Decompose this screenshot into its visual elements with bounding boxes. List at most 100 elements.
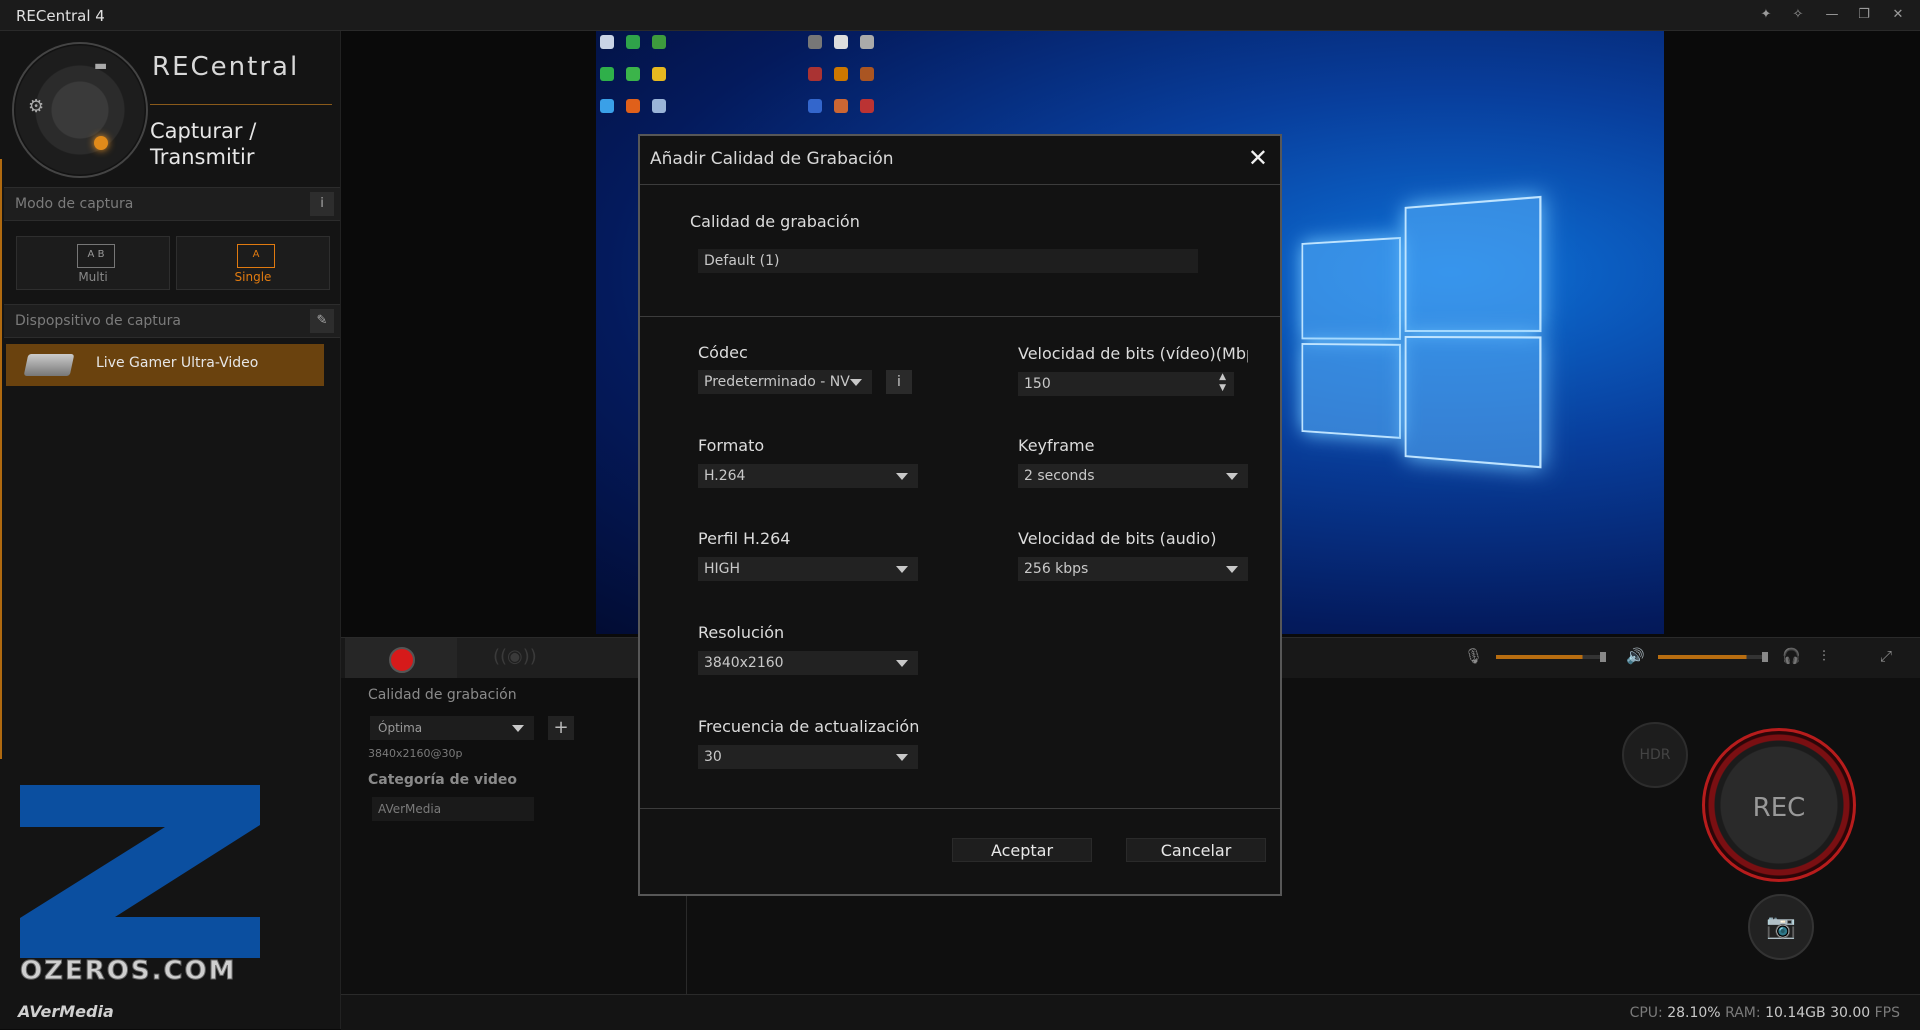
brand-divider xyxy=(150,104,332,105)
codec-label: Códec xyxy=(698,343,748,362)
title-bar xyxy=(0,0,1920,31)
chevron-down-icon xyxy=(896,754,908,761)
mode-single-label: Single xyxy=(177,270,329,284)
video-bitrate-input[interactable]: 150 ▲ ▼ xyxy=(1018,372,1234,396)
profile-select[interactable]: HIGH xyxy=(698,557,918,581)
volume-icon[interactable]: 🔊 xyxy=(1626,647,1645,665)
mode-multi-button[interactable]: A B Multi xyxy=(16,236,170,290)
device-list-item[interactable]: Live Gamer Ultra-Video xyxy=(6,344,324,386)
system-stats: CPU: 28.10% RAM: 10.14GB 30.00 FPS xyxy=(1630,1005,1900,1021)
mic-slider[interactable] xyxy=(1496,655,1604,659)
close-icon[interactable]: ✕ xyxy=(1248,144,1268,172)
desktop-icon xyxy=(808,35,822,49)
chevron-down-icon xyxy=(512,725,524,732)
single-icon: A xyxy=(237,244,275,268)
quality-name-label: Calidad de grabación xyxy=(690,212,860,231)
desktop-icon xyxy=(652,67,666,81)
accept-button[interactable]: Aceptar xyxy=(952,838,1092,862)
dialog-divider xyxy=(640,808,1280,809)
desktop-icon xyxy=(860,35,874,49)
mode-title: Capturar / Transmitir xyxy=(150,118,330,170)
quality-name-input[interactable]: Default (1) xyxy=(698,249,1198,273)
ram-label: RAM: xyxy=(1725,1005,1761,1021)
brand-logo: RECentral xyxy=(152,52,299,82)
category-label: Categoría de video xyxy=(368,772,517,788)
mixer-icon[interactable]: ⫶ xyxy=(1822,647,1826,665)
codec-info-button[interactable]: i xyxy=(886,370,912,394)
capture-device-label: Dispopsitivo de captura xyxy=(15,313,181,329)
desktop-icon xyxy=(808,67,822,81)
quality-select[interactable]: Óptima xyxy=(370,716,534,740)
app-title: RECentral 4 xyxy=(16,7,105,25)
tab-record[interactable] xyxy=(345,638,458,678)
device-name: Live Gamer Ultra-Video xyxy=(96,355,258,371)
mic-icon[interactable]: 🎙 xyxy=(1464,647,1483,665)
mode-dial[interactable]: ⚙ ▬ xyxy=(12,42,148,178)
chevron-down-icon xyxy=(1226,566,1238,573)
ram-value: 10.14GB xyxy=(1765,1005,1826,1021)
edit-icon[interactable]: ✎ xyxy=(310,309,334,333)
gear-icon[interactable]: ⚙ xyxy=(28,96,44,117)
dialog-title: Añadir Calidad de Grabación xyxy=(650,149,894,169)
watermark-text: OZEROS.COM xyxy=(20,956,237,986)
cpu-value: 28.10% xyxy=(1667,1005,1720,1021)
pin-icon[interactable]: ✦ xyxy=(1756,6,1776,24)
category-input[interactable]: AVerMedia xyxy=(372,797,534,821)
desktop-icon xyxy=(834,99,848,113)
format-select[interactable]: H.264 xyxy=(698,464,918,488)
format-label: Formato xyxy=(698,436,764,455)
desktop-icon xyxy=(834,35,848,49)
chevron-down-icon xyxy=(1226,473,1238,480)
codec-select[interactable]: Predeterminado - NV xyxy=(698,370,872,394)
format-value: H.264 xyxy=(704,468,745,484)
volume-slider[interactable] xyxy=(1658,655,1766,659)
add-quality-button[interactable]: + xyxy=(548,716,574,740)
pin-alt-icon[interactable]: ✧ xyxy=(1788,6,1808,24)
desktop-icon xyxy=(626,99,640,113)
avermedia-logo: AVerMedia xyxy=(18,1002,114,1021)
resolution-select[interactable]: 3840x2160 xyxy=(698,651,918,675)
minimize-icon[interactable]: — xyxy=(1822,6,1842,24)
mode-multi-label: Multi xyxy=(17,270,169,284)
keyframe-select[interactable]: 2 seconds xyxy=(1018,464,1248,488)
headphones-icon[interactable]: 🎧 xyxy=(1782,647,1801,665)
framerate-select[interactable]: 30 xyxy=(698,745,918,769)
tab-stream[interactable]: ((◉)) xyxy=(457,638,570,678)
desktop-icon xyxy=(808,99,822,113)
capture-mode-header: Modo de captura i xyxy=(4,187,340,221)
desktop-icon xyxy=(860,67,874,81)
multi-icon: A B xyxy=(77,244,115,268)
audio-bitrate-value: 256 kbps xyxy=(1024,561,1088,577)
rec-button[interactable]: REC xyxy=(1702,728,1856,882)
hdr-button[interactable]: HDR xyxy=(1622,722,1688,788)
cancel-button[interactable]: Cancelar xyxy=(1126,838,1266,862)
info-icon[interactable]: i xyxy=(310,192,334,216)
chevron-down-icon xyxy=(850,379,862,386)
cpu-label: CPU: xyxy=(1630,1005,1663,1021)
desktop-icon xyxy=(626,35,640,49)
broadcast-icon: ((◉)) xyxy=(493,646,537,667)
windows-logo xyxy=(1302,195,1551,467)
audio-bitrate-select[interactable]: 256 kbps xyxy=(1018,557,1248,581)
desktop-icon xyxy=(652,99,666,113)
quality-resolution: 3840x2160@30p xyxy=(368,747,462,760)
restore-icon[interactable]: ❐ xyxy=(1854,6,1874,24)
snapshot-button[interactable]: 📷 xyxy=(1748,894,1814,960)
desktop-icon xyxy=(600,35,614,49)
desktop-icon xyxy=(626,67,640,81)
chevron-down-icon xyxy=(896,660,908,667)
framerate-label: Frecuencia de actualización xyxy=(698,717,919,736)
profile-label: Perfil H.264 xyxy=(698,529,790,548)
watermark-logo xyxy=(20,785,260,958)
quality-value: Óptima xyxy=(378,721,422,735)
resolution-label: Resolución xyxy=(698,623,784,642)
spinner-icon[interactable]: ▲ ▼ xyxy=(1219,372,1226,394)
record-icon xyxy=(389,647,415,673)
mode-single-button[interactable]: A Single xyxy=(176,236,330,290)
active-mode-indicator xyxy=(94,136,108,150)
desktop-icon xyxy=(600,99,614,113)
close-icon[interactable]: ✕ xyxy=(1888,6,1908,24)
fullscreen-icon[interactable]: ⤢ xyxy=(1880,647,1892,665)
folder-icon[interactable]: ▬ xyxy=(94,58,107,74)
capture-mode-label: Modo de captura xyxy=(15,196,133,212)
